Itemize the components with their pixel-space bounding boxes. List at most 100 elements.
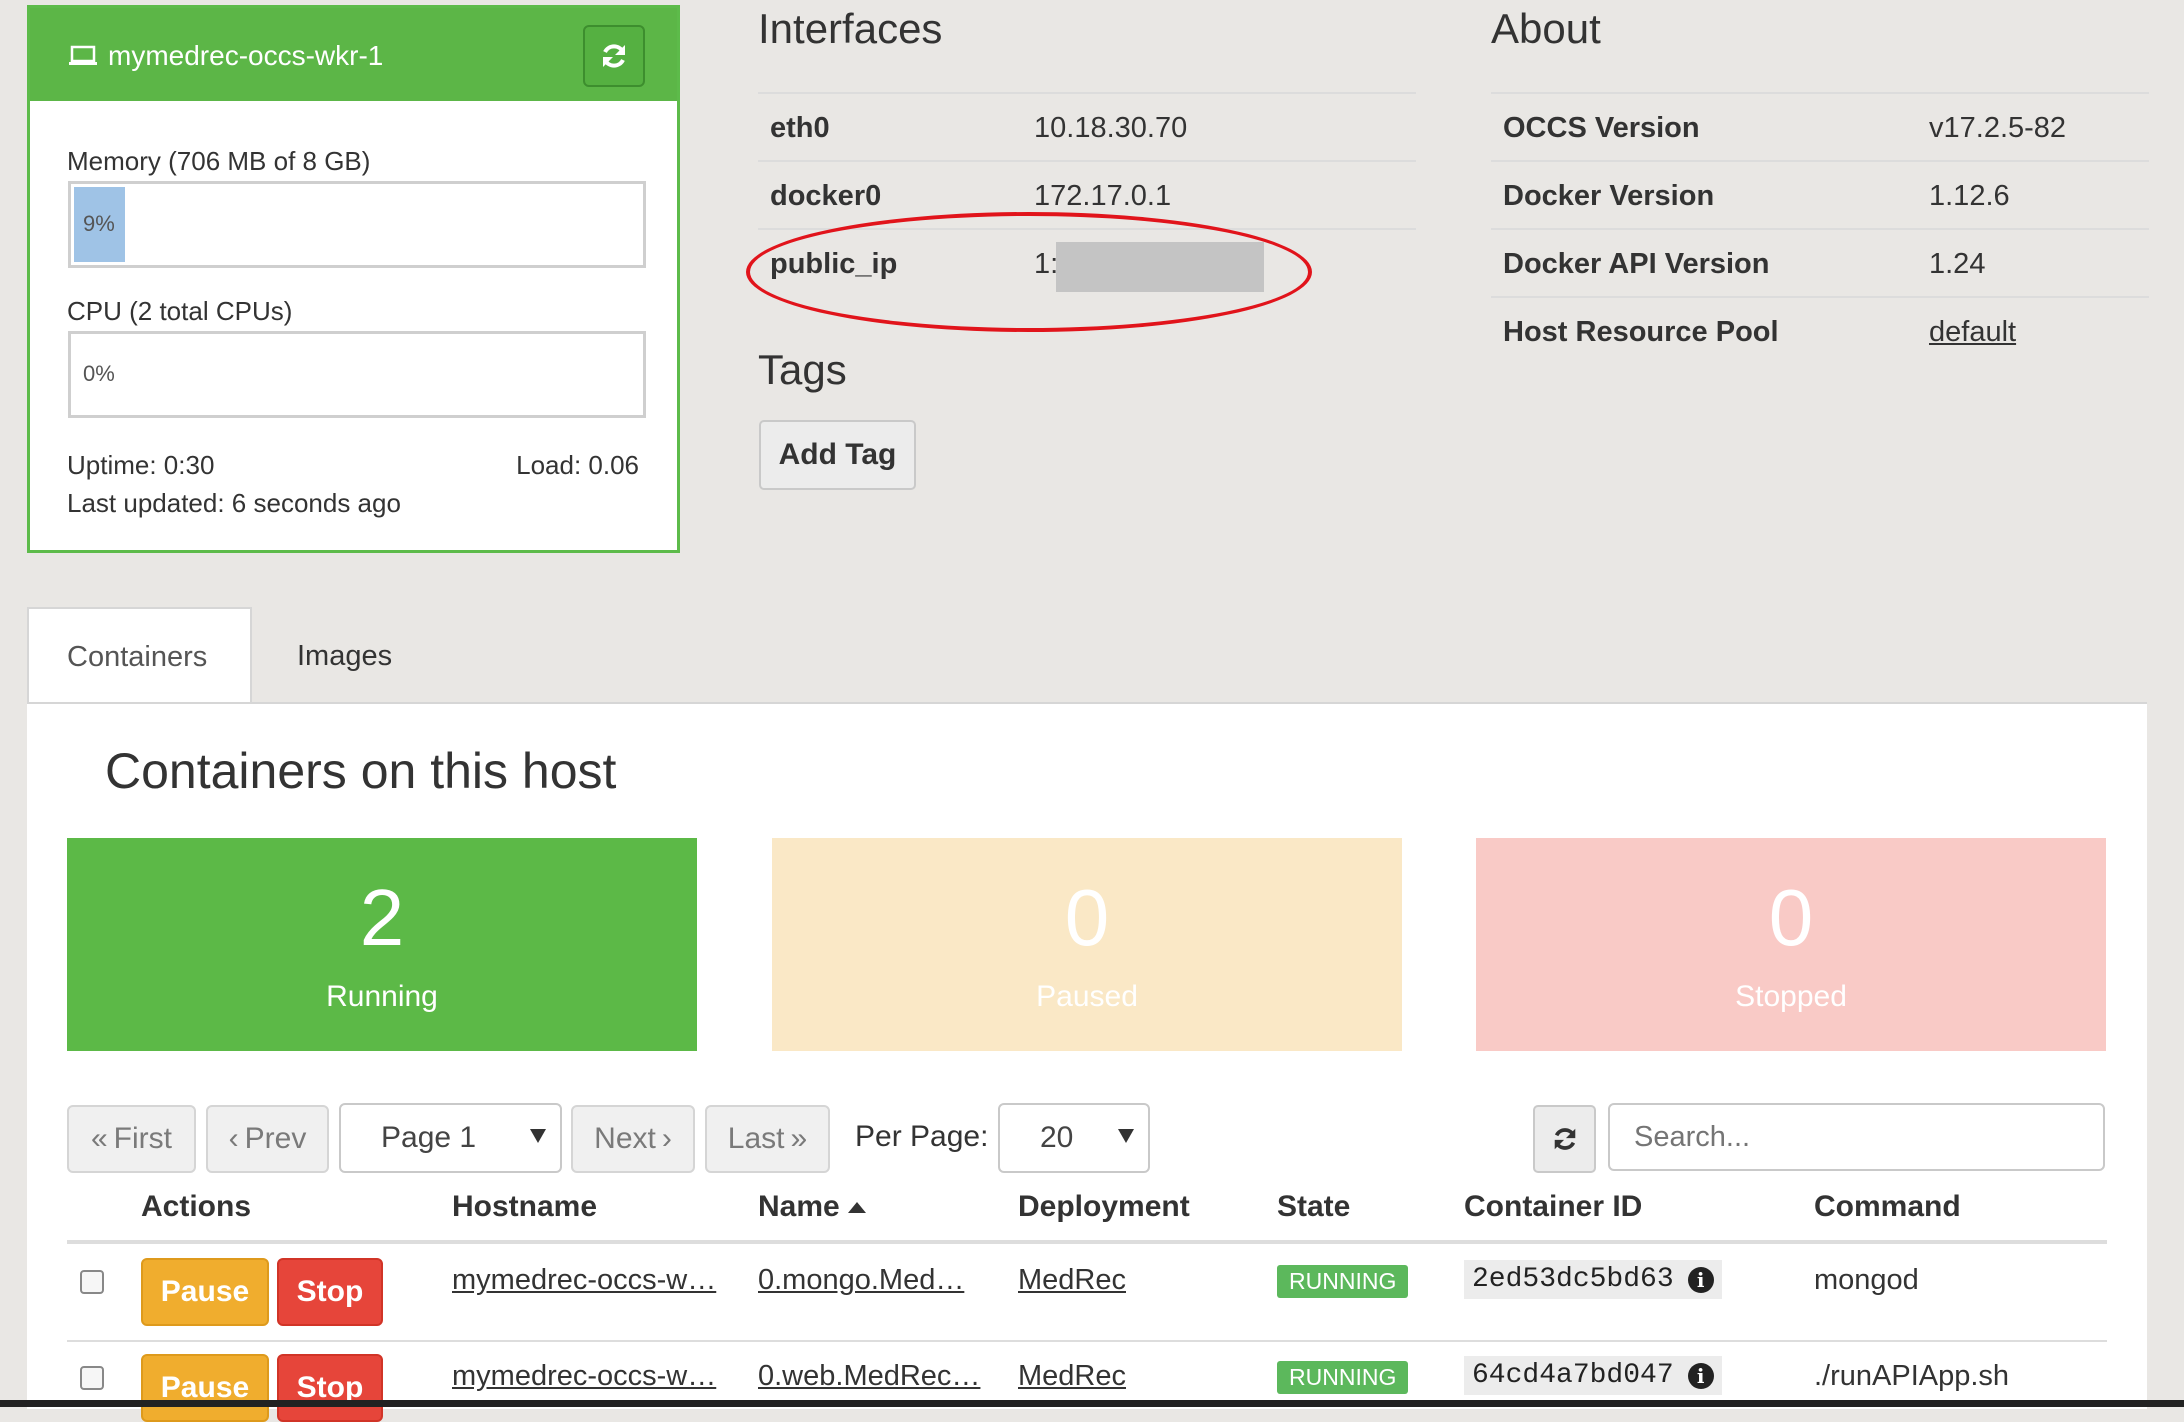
host-card: mymedrec-occs-wkr-1 Memory (706 MB of 8 … [27,5,680,553]
info-icon[interactable]: i [1687,1362,1714,1389]
hostname-link[interactable]: mymedrec-occs-w… [452,1360,716,1393]
about-value: v17.2.5-82 [1929,112,2067,144]
containers-heading: Containers on this host [105,743,617,799]
command: mongod [1814,1264,1919,1296]
caret-down-icon [530,1129,546,1143]
host-name: mymedrec-occs-wkr-1 [68,40,383,72]
double-right-chevron-icon: » [790,1122,808,1155]
paused-stat: 0 Paused [772,838,1402,1051]
per-page-value: 20 [1040,1121,1074,1154]
container-id: 64cd4a7bd047 i [1464,1356,1722,1395]
about-row-occs-version: OCCS Version v17.2.5-82 [1491,92,2149,162]
column-container-id[interactable]: Container ID [1464,1190,1642,1224]
about-row-docker-api-version: Docker API Version 1.24 [1491,228,2149,298]
info-icon[interactable]: i [1687,1266,1714,1293]
refresh-icon [603,44,625,68]
search-input[interactable] [1608,1103,2105,1171]
stopped-label: Stopped [1735,980,1847,1013]
uptime: Uptime: 0:30 [67,450,215,480]
host-name-label: mymedrec-occs-wkr-1 [108,40,384,71]
page-select-value: Page 1 [381,1121,477,1154]
prev-page-button[interactable]: ‹ Prev [206,1105,329,1173]
running-stat: 2 Running [67,838,697,1051]
last-page-button[interactable]: Last » [705,1105,830,1173]
column-actions: Actions [141,1190,252,1223]
about-value: 1.24 [1929,248,1986,280]
add-tag-button[interactable]: Add Tag [759,420,916,490]
interface-value: 172.17.0.1 [1034,180,1172,212]
column-name[interactable]: Name [758,1190,866,1224]
deployment-link[interactable]: MedRec [1018,1360,1126,1393]
column-state[interactable]: State [1277,1190,1350,1224]
about-key: Docker Version [1503,180,1715,212]
running-label: Running [326,980,438,1013]
stopped-stat: 0 Stopped [1476,838,2106,1051]
row-divider [67,1340,2107,1342]
cpu-percent: 0% [83,361,115,386]
window-bottom-edge [0,1400,2184,1407]
host-card-header: mymedrec-occs-wkr-1 [30,8,677,101]
command: ./runAPIApp.sh [1814,1360,2010,1392]
page-select[interactable]: Page 1 [339,1103,562,1173]
prev-page-label: Prev [244,1122,307,1155]
about-row-docker-version: Docker Version 1.12.6 [1491,160,2149,230]
tab-containers-label: Containers [67,641,208,673]
per-page-select[interactable]: 20 [998,1103,1150,1173]
column-name-label: Name [758,1190,840,1223]
laptop-icon [69,45,97,65]
hostname-link[interactable]: mymedrec-occs-w… [452,1264,716,1297]
cpu-bar: 0% [68,331,646,418]
about-key: Docker API Version [1503,248,1770,280]
interfaces-title: Interfaces [758,5,943,52]
row-checkbox[interactable] [80,1366,104,1390]
per-page-label: Per Page: [855,1120,989,1153]
annotation-ellipse [746,212,1312,332]
row-checkbox[interactable] [80,1270,104,1294]
paused-count: 0 [1064,873,1110,962]
next-page-label: Next [594,1122,656,1155]
next-page-button[interactable]: Next › [571,1105,695,1173]
resource-pool-link[interactable]: default [1929,316,2016,349]
double-left-chevron-icon: « [90,1122,108,1155]
about-value: 1.12.6 [1929,180,2010,212]
interface-value: 10.18.30.70 [1034,112,1188,144]
paused-label: Paused [1036,980,1138,1013]
host-refresh-button[interactable] [583,25,645,87]
first-page-button[interactable]: « First [67,1105,196,1173]
right-chevron-icon: › [661,1122,672,1155]
cpu-label: CPU (2 total CPUs) [67,296,293,326]
container-id-value: 2ed53dc5bd63 [1472,1264,1674,1295]
pause-button[interactable]: Pause [141,1258,269,1326]
stop-button[interactable]: Stop [277,1354,383,1422]
tab-images[interactable]: Images [297,640,392,673]
deployment-link[interactable]: MedRec [1018,1264,1126,1297]
stopped-count: 0 [1768,873,1814,962]
stop-button[interactable]: Stop [277,1258,383,1326]
container-id: 2ed53dc5bd63 i [1464,1260,1722,1299]
tab-containers[interactable]: Containers [27,607,252,704]
about-key: OCCS Version [1503,112,1700,144]
caret-down-icon [1118,1129,1134,1143]
column-hostname[interactable]: Hostname [452,1190,597,1224]
last-updated: Last updated: 6 seconds ago [67,488,401,518]
interface-key: docker0 [770,180,882,212]
container-name-link[interactable]: 0.mongo.Med… [758,1264,964,1297]
about-title: About [1491,5,1601,52]
refresh-containers-button[interactable] [1533,1105,1596,1173]
column-command[interactable]: Command [1814,1190,1961,1224]
tags-title: Tags [758,346,847,393]
container-name-link[interactable]: 0.web.MedRec… [758,1360,980,1393]
interface-row-eth0: eth0 10.18.30.70 [758,92,1416,162]
refresh-icon [1554,1128,1575,1150]
container-id-value: 64cd4a7bd047 [1472,1360,1674,1391]
state-badge: RUNNING [1277,1361,1409,1394]
first-page-label: First [113,1122,172,1155]
pause-button[interactable]: Pause [141,1354,269,1422]
last-page-label: Last [727,1122,785,1155]
column-deployment[interactable]: Deployment [1018,1190,1190,1224]
memory-label: Memory (706 MB of 8 GB) [67,146,371,176]
table-header-divider [67,1240,2107,1244]
running-count: 2 [359,873,405,962]
load: Load: 0.06 [516,450,639,480]
interface-key: eth0 [770,112,830,144]
